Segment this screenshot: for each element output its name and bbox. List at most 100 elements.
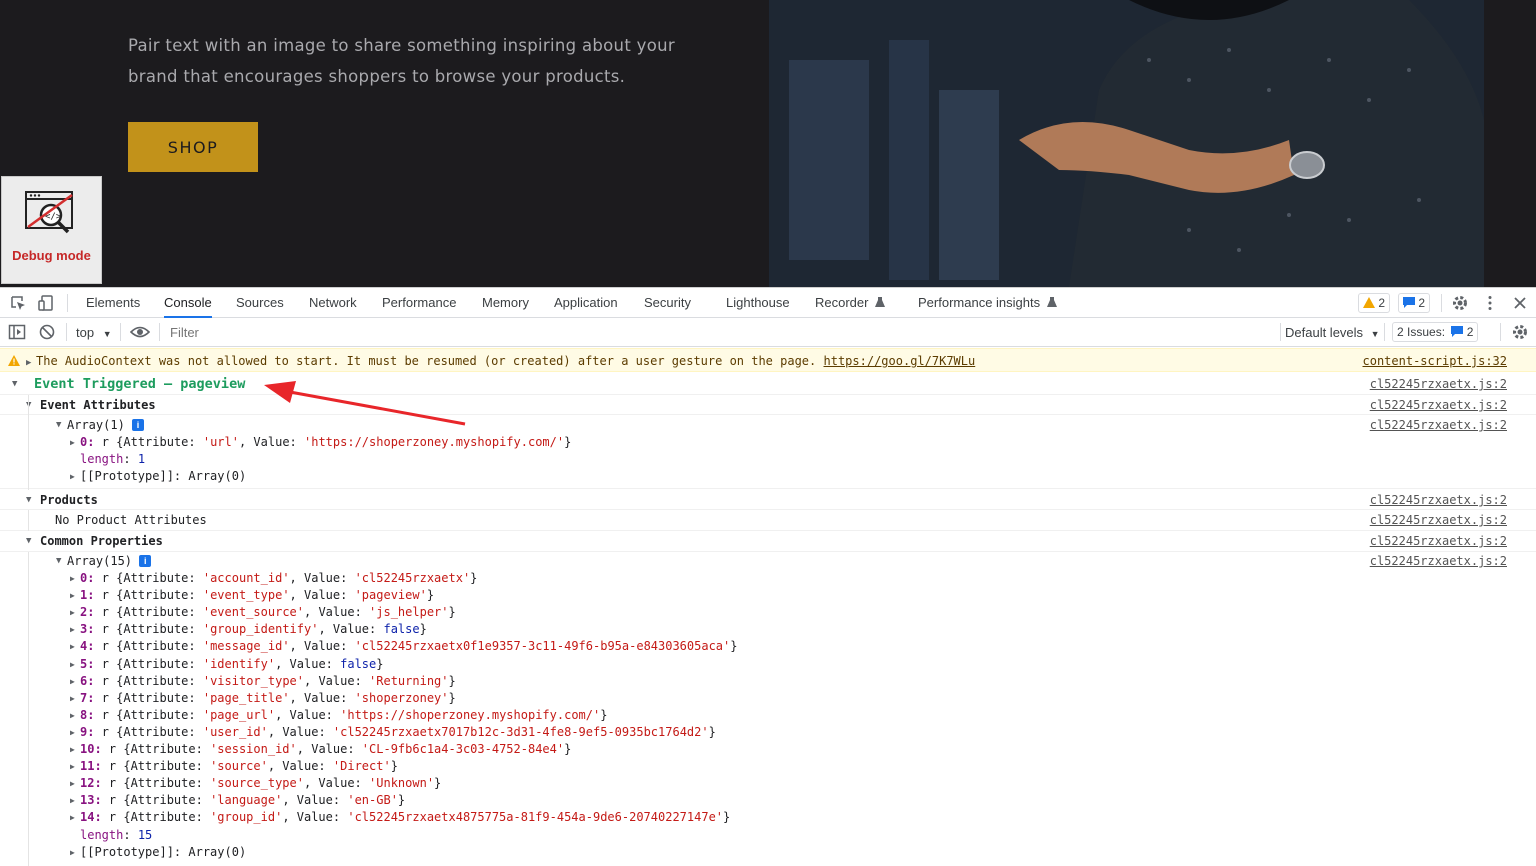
source-link[interactable]: cl52245rzxaetx.js:2 [1370,373,1507,395]
products-message-text: No Product Attributes [55,513,207,527]
array-item[interactable]: ▶ 8: r {Attribute: 'page_url', Value: 'ht… [0,707,1536,724]
expand-triangle-icon[interactable]: ▶ [70,656,75,673]
array-item[interactable]: ▶ 4: r {Attribute: 'message_id', Value: '… [0,638,1536,655]
expand-triangle-icon[interactable]: ▶ [70,758,75,775]
filter-input[interactable] [164,322,1274,343]
expand-triangle-icon[interactable]: ▶ [26,349,36,375]
more-options-icon[interactable] [1481,294,1499,312]
expand-triangle-icon[interactable]: ▶ [70,741,75,758]
info-icon[interactable]: i [139,555,152,567]
clear-console-icon[interactable] [38,323,56,341]
expand-triangle-icon[interactable]: ▶ [70,707,75,724]
array-item[interactable]: ▶ 2: r {Attribute: 'event_source', Value:… [0,604,1536,621]
expand-triangle-icon[interactable]: ▶ [70,468,75,485]
console-settings-gear-icon[interactable] [1511,323,1529,341]
event-attributes-group[interactable]: ▼ Event Attributes cl52245rzxaetx.js:2 [0,395,1536,415]
close-icon[interactable] [1511,294,1529,312]
tab-performance[interactable]: Performance [382,288,456,318]
attribute-name: 'session_id' [210,742,297,756]
collapse-triangle-icon[interactable]: ▼ [56,553,61,570]
tab-console[interactable]: Console [164,288,212,318]
show-sidebar-icon[interactable] [8,323,26,341]
expand-triangle-icon[interactable]: ▶ [70,844,75,861]
shop-button[interactable]: SHOP [128,122,258,172]
indent-guide [28,510,29,531]
source-link[interactable]: content-script.js:32 [1363,349,1508,373]
inspect-element-icon[interactable] [9,294,27,312]
attribute-value: 'CL-9fb6c1a4-3c03-4752-84e4' [361,742,565,756]
expand-triangle-icon[interactable]: ▶ [70,587,75,604]
tab-recorder[interactable]: Recorder [815,288,886,318]
expand-triangle-icon[interactable]: ▶ [70,434,75,451]
tab-performance-insights[interactable]: Performance insights [918,288,1057,318]
log-levels-dropdown[interactable]: Default levels ▼ [1285,318,1380,349]
source-link[interactable]: cl52245rzxaetx.js:2 [1370,510,1507,531]
collapse-triangle-icon[interactable]: ▼ [26,490,31,510]
expand-triangle-icon[interactable]: ▶ [70,775,75,792]
products-group[interactable]: ▼ Products cl52245rzxaetx.js:2 [0,490,1536,510]
array-prototype[interactable]: ▶ [[Prototype]]: Array(0) [0,844,1536,861]
array-item[interactable]: ▶ 14: r {Attribute: 'group_id', Value: 'c… [0,809,1536,826]
array-item-text: 11: r {Attribute: 'source', Value: 'Dire… [80,759,398,774]
live-expression-eye-icon[interactable] [130,323,150,341]
tab-memory[interactable]: Memory [482,288,529,318]
attribute-value: 'en-GB' [347,793,398,808]
message-icon [1403,297,1415,308]
expand-triangle-icon[interactable]: ▶ [70,809,75,826]
debug-mode-button[interactable]: </> Debug mode [1,176,102,284]
array-prototype[interactable]: ▶ [[Prototype]]: Array(0) [0,468,1536,489]
array-item[interactable]: ▶ 1: r {Attribute: 'event_type', Value: '… [0,587,1536,604]
array-item[interactable]: ▶ 6: r {Attribute: 'visitor_type', Value:… [0,673,1536,690]
expand-triangle-icon[interactable]: ▶ [70,604,75,621]
array-item[interactable]: ▶ 5: r {Attribute: 'identify', Value: fal… [0,656,1536,673]
array-header[interactable]: ▼ Array(15) i cl52245rzxaetx.js:2 [0,553,1536,570]
collapse-triangle-icon[interactable]: ▼ [26,531,31,552]
expand-triangle-icon[interactable]: ▶ [70,638,75,655]
array-item[interactable]: ▶ 10: r {Attribute: 'session_id', Value: … [0,741,1536,758]
source-link[interactable]: cl52245rzxaetx.js:2 [1370,553,1507,570]
tab-recorder-label: Recorder [815,295,869,310]
settings-gear-icon[interactable] [1451,294,1469,312]
source-link[interactable]: cl52245rzxaetx.js:2 [1370,490,1507,510]
array-header[interactable]: ▼ Array(1) i cl52245rzxaetx.js:2 [0,417,1536,434]
context-selector[interactable]: top ▼ [76,318,112,349]
source-link[interactable]: cl52245rzxaetx.js:2 [1370,395,1507,415]
length-value: 15 [137,828,153,842]
expand-triangle-icon[interactable]: ▶ [70,690,75,707]
array-item[interactable]: ▶ 0: r {Attribute: 'account_id', Value: '… [0,570,1536,587]
source-link[interactable]: cl52245rzxaetx.js:2 [1370,531,1507,552]
warnings-badge[interactable]: 2 [1358,293,1391,313]
tab-elements[interactable]: Elements [86,288,140,318]
device-toolbar-icon[interactable] [37,294,55,312]
tab-application[interactable]: Application [554,288,618,318]
source-link[interactable]: cl52245rzxaetx.js:2 [1370,417,1507,434]
array-item[interactable]: ▶ 9: r {Attribute: 'user_id', Value: 'cl5… [0,724,1536,741]
array-item[interactable]: ▶ 13: r {Attribute: 'language', Value: 'e… [0,792,1536,809]
expand-triangle-icon[interactable]: ▶ [70,724,75,741]
expand-triangle-icon[interactable]: ▶ [70,570,75,587]
tab-network[interactable]: Network [309,288,357,318]
array-item[interactable]: ▶ 11: r {Attribute: 'source', Value: 'Dir… [0,758,1536,775]
tab-sources[interactable]: Sources [236,288,284,318]
array-item[interactable]: ▶ 12: r {Attribute: 'source_type', Value:… [0,775,1536,792]
issues-button[interactable]: 2 Issues: 2 [1392,322,1479,342]
event-group-header[interactable]: ▼ Event Triggered – pageview cl52245rzxa… [0,373,1536,395]
expand-triangle-icon[interactable]: ▶ [70,792,75,809]
attribute-name: 'visitor_type' [202,673,304,688]
message-icon [1451,326,1464,337]
info-icon[interactable]: i [132,419,145,431]
expand-triangle-icon[interactable]: ▶ [70,673,75,690]
messages-badge[interactable]: 2 [1398,293,1431,313]
messages-count: 2 [1418,296,1426,310]
collapse-triangle-icon[interactable]: ▼ [56,417,61,434]
common-properties-group[interactable]: ▼ Common Properties cl52245rzxaetx.js:2 [0,531,1536,552]
array-item[interactable]: ▶ 3: r {Attribute: 'group_identify', Valu… [0,621,1536,638]
tab-lighthouse[interactable]: Lighthouse [726,288,790,318]
attribute-name: 'user_id' [202,724,268,739]
expand-triangle-icon[interactable]: ▶ [70,621,75,638]
warning-link[interactable]: https://goo.gl/7K7WLu [824,354,976,368]
collapse-triangle-icon[interactable]: ▼ [12,373,17,395]
array-item[interactable]: ▶ 7: r {Attribute: 'page_title', Value: '… [0,690,1536,707]
tab-security[interactable]: Security [644,288,691,318]
array-item[interactable]: ▶ 0: r {Attribute: 'url', Value: 'https:… [0,434,1536,451]
